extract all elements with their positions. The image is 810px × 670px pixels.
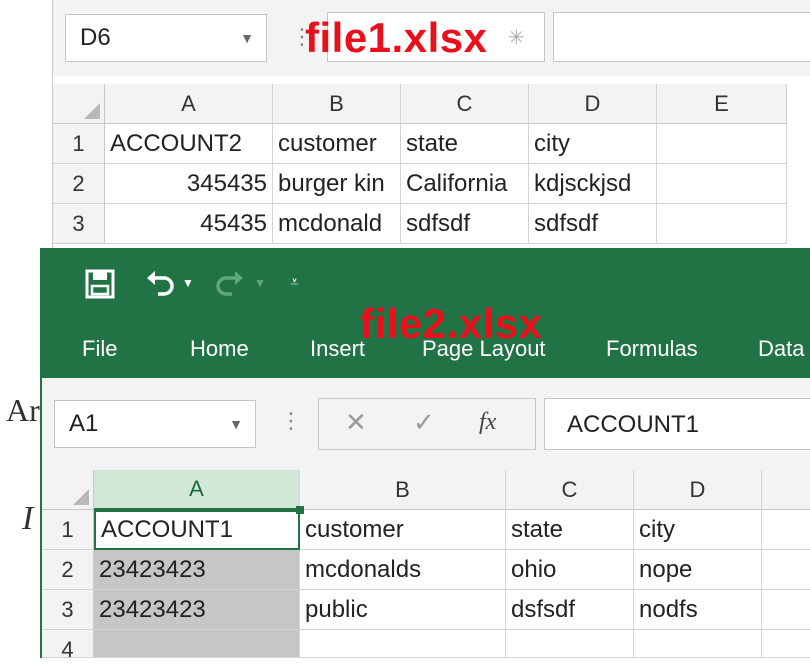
row-header[interactable]: 2 [42, 550, 94, 590]
cell[interactable]: city [529, 124, 657, 164]
row-header[interactable]: 3 [53, 204, 105, 244]
column-header-c[interactable]: C [506, 470, 634, 510]
column-header-a[interactable]: A [94, 470, 300, 510]
cell-a1-active[interactable]: ACCOUNT1 [94, 510, 300, 550]
tab-formulas[interactable]: Formulas [606, 336, 698, 362]
background-text-fragment: I [22, 500, 34, 537]
cell[interactable]: nodfs [634, 590, 762, 630]
cell[interactable]: state [401, 124, 529, 164]
row-header[interactable]: 1 [42, 510, 94, 550]
cell[interactable]: city [634, 510, 762, 550]
fill-handle[interactable] [296, 506, 304, 514]
cell[interactable]: sdfsdf [529, 204, 657, 244]
chevron-down-icon[interactable]: ▼ [229, 401, 243, 447]
cell[interactable]: mcdonalds [300, 550, 506, 590]
tab-home[interactable]: Home [190, 336, 249, 362]
vertical-dots-icon[interactable]: ⋮ [280, 408, 302, 434]
cell-selected[interactable]: 23423423 [94, 590, 300, 630]
undo-icon[interactable] [144, 268, 176, 300]
formula-input[interactable] [553, 12, 810, 62]
name-box[interactable]: A1 ▼ [54, 400, 256, 448]
select-all-corner[interactable] [42, 470, 94, 510]
cell-selected[interactable]: 23423423 [94, 550, 300, 590]
file1-label: file1.xlsx [305, 14, 488, 61]
formula-buttons-area: ✕ ✓ fx [318, 398, 536, 450]
tab-file[interactable]: File [82, 336, 117, 362]
cell[interactable]: nope [634, 550, 762, 590]
excel-window-file1: D6 ▼ ⋮ ✳ file1.xlsx A B C D E 1 ACCOUNT2… [52, 0, 810, 250]
cell[interactable]: public [300, 590, 506, 630]
row-header[interactable]: 2 [53, 164, 105, 204]
cell[interactable]: ACCOUNT2 [105, 124, 273, 164]
cell[interactable]: state [506, 510, 634, 550]
name-box-value: D6 [80, 24, 111, 51]
cell[interactable] [300, 630, 506, 658]
save-icon[interactable] [84, 268, 116, 300]
cell[interactable] [762, 550, 810, 590]
cell[interactable] [657, 204, 787, 244]
fx-icon[interactable]: fx [479, 409, 496, 436]
name-box-value: A1 [69, 410, 99, 437]
cell[interactable]: kdjsckjsd [529, 164, 657, 204]
cell[interactable] [762, 510, 810, 550]
cell[interactable] [762, 630, 810, 658]
formula-bar-area: A1 ▼ ⋮ ✕ ✓ fx ACCOUNT1 [42, 378, 810, 470]
tab-data[interactable]: Data [758, 336, 804, 362]
column-header-b[interactable]: B [300, 470, 506, 510]
fx-icon[interactable]: ✳ [508, 25, 525, 50]
row-header[interactable]: 4 [42, 630, 94, 662]
cell[interactable]: sdfsdf [401, 204, 529, 244]
column-header-a[interactable]: A [105, 84, 273, 124]
redo-icon[interactable] [214, 268, 246, 300]
cell[interactable]: dsfsdf [506, 590, 634, 630]
select-all-corner[interactable] [53, 84, 105, 124]
ribbon: ▼ ▼ ⩡ file2.xlsx File Home Insert Page L… [42, 248, 810, 378]
cell[interactable] [762, 590, 810, 630]
cell[interactable] [657, 164, 787, 204]
formula-bar-area: D6 ▼ ⋮ ✳ file1.xlsx [53, 0, 810, 76]
undo-dropdown-icon[interactable]: ▼ [182, 276, 194, 290]
worksheet-grid: A B C D E 1 ACCOUNT2 customer state city… [53, 76, 810, 250]
column-header-b[interactable]: B [273, 84, 401, 124]
column-header-e[interactable] [762, 470, 810, 510]
formula-input[interactable]: ACCOUNT1 [544, 398, 810, 450]
cell[interactable]: mcdonald [273, 204, 401, 244]
cancel-icon[interactable]: ✕ [345, 407, 367, 438]
cell-selected[interactable] [94, 630, 300, 658]
cell[interactable]: ohio [506, 550, 634, 590]
column-header-e[interactable]: E [657, 84, 787, 124]
column-header-c[interactable]: C [401, 84, 529, 124]
cell[interactable]: customer [300, 510, 506, 550]
chevron-down-icon[interactable]: ▼ [240, 15, 254, 61]
cell[interactable] [634, 630, 762, 658]
tab-insert[interactable]: Insert [310, 336, 365, 362]
cell[interactable]: 345435 [105, 164, 273, 204]
cell[interactable]: customer [273, 124, 401, 164]
tab-page-layout[interactable]: Page Layout [422, 336, 546, 362]
enter-check-icon[interactable]: ✓ [413, 407, 435, 438]
customize-toolbar-icon[interactable]: ⩡ [290, 274, 299, 292]
background-text-fragment: Ar [6, 392, 40, 428]
cell[interactable] [506, 630, 634, 658]
row-header[interactable]: 3 [42, 590, 94, 630]
excel-window-file2: ▼ ▼ ⩡ file2.xlsx File Home Insert Page L… [40, 248, 810, 662]
name-box[interactable]: D6 ▼ [65, 14, 267, 62]
cell[interactable]: burger kin [273, 164, 401, 204]
cell[interactable] [657, 124, 787, 164]
cell[interactable]: California [401, 164, 529, 204]
cell[interactable]: 45435 [105, 204, 273, 244]
row-header[interactable]: 1 [53, 124, 105, 164]
formula-value: ACCOUNT1 [567, 411, 700, 438]
worksheet-grid: A B C D 1 ACCOUNT1 customer state city 2… [42, 470, 810, 662]
column-header-d[interactable]: D [634, 470, 762, 510]
column-header-d[interactable]: D [529, 84, 657, 124]
redo-dropdown-icon[interactable]: ▼ [254, 276, 266, 290]
